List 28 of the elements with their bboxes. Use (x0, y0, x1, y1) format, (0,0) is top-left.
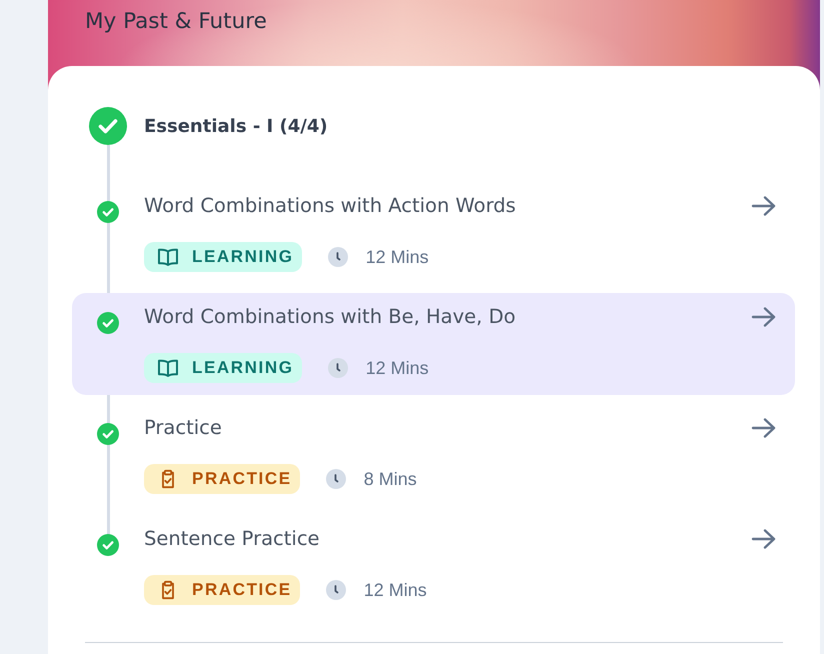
lesson-type-tag: LEARNING (144, 353, 302, 383)
arrow-right-icon (751, 195, 777, 217)
duration-text: 8 Mins (364, 468, 417, 490)
book-icon (157, 358, 179, 378)
clock-icon (326, 580, 346, 600)
lesson-title: Sentence Practice (144, 527, 320, 551)
clock-icon (328, 247, 348, 267)
clock-icon (326, 469, 346, 489)
arrow-right-icon (751, 417, 777, 439)
book-icon (157, 247, 179, 267)
arrow-right-icon (751, 306, 777, 328)
arrow-right-icon (751, 528, 777, 550)
lesson-title: Word Combinations with Be, Have, Do (144, 305, 516, 329)
section-title: Essentials - I (4/4) (144, 116, 328, 136)
page-title: My Past & Future (85, 9, 267, 35)
lesson-item[interactable]: Word Combinations with Be, Have, Do LEARNING 12 Mins (72, 293, 795, 395)
duration-text: 12 Mins (364, 580, 427, 600)
lesson-item[interactable]: Sentence Practice PRACTICE 12 Mins (72, 515, 795, 617)
lesson-title: Practice (144, 416, 222, 440)
duration-text: 12 Mins (366, 246, 429, 268)
duration-text: 12 Mins (366, 358, 429, 378)
lesson-type-tag: PRACTICE (144, 464, 300, 494)
clock-icon (328, 358, 348, 378)
lesson-item[interactable]: Word Combinations with Action Words LEARNING 12 Mins (72, 182, 795, 284)
lesson-item[interactable]: Practice PRACTICE 8 Mins (72, 404, 795, 506)
lesson-type-tag: LEARNING (144, 242, 302, 272)
lesson-title: Word Combinations with Action Words (144, 194, 516, 218)
lesson-type-tag: PRACTICE (144, 575, 300, 605)
